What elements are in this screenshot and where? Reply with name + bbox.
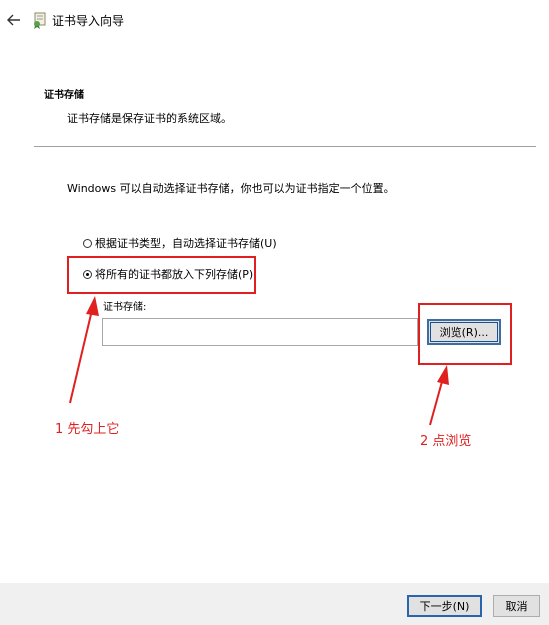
cancel-button[interactable]: 取消	[493, 595, 540, 617]
divider	[34, 146, 536, 147]
radio-button-unchecked[interactable]	[83, 238, 92, 248]
annotation-arrow-1	[69, 296, 99, 404]
section-description: 证书存储是保存证书的系统区域。	[67, 112, 232, 125]
annotation-box-radio	[67, 256, 256, 294]
radio-auto-select-label: 根据证书类型，自动选择证书存储(U)	[95, 237, 277, 250]
section-heading: 证书存储	[44, 90, 84, 101]
radio-auto-select[interactable]: 根据证书类型，自动选择证书存储(U)	[83, 235, 277, 251]
annotation-step1: 1 先勾上它	[55, 422, 120, 437]
annotation-box-browse	[418, 303, 512, 365]
store-label: 证书存储:	[103, 302, 147, 313]
intro-text: Windows 可以自动选择证书存储，你也可以为证书指定一个位置。	[67, 182, 395, 195]
annotation-arrow-2	[429, 365, 449, 426]
store-input[interactable]	[102, 318, 418, 346]
back-arrow-icon[interactable]	[5, 11, 23, 29]
certificate-icon	[34, 12, 46, 29]
window-title: 证书导入向导	[52, 14, 125, 28]
annotation-step2: 2 点浏览	[420, 434, 472, 449]
next-button[interactable]: 下一步(N)	[407, 595, 482, 617]
